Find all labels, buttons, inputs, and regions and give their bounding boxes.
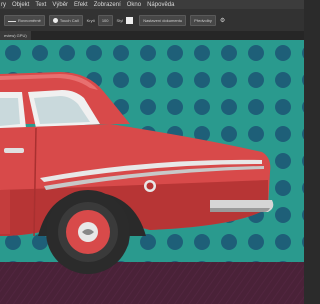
document-tab[interactable]: eview) GPU)	[0, 31, 31, 40]
document-tab-bar: eview) GPU)	[0, 31, 304, 40]
artboard-canvas[interactable]	[0, 40, 304, 304]
car-illustration	[0, 40, 304, 304]
opacity-input[interactable]: 100	[97, 14, 113, 26]
style-control[interactable]: Styl	[116, 16, 136, 24]
arrange-icon[interactable]: ⚙	[220, 17, 225, 24]
menu-item-effect[interactable]: Efekt	[74, 2, 88, 8]
brush-dot-icon	[52, 17, 58, 23]
menu-bar: ry Objekt Text Výběr Efekt Zobrazení Okn…	[0, 0, 304, 9]
style-swatch[interactable]	[126, 16, 134, 24]
document-setup-button[interactable]: Nastavení dokumentu	[139, 14, 187, 26]
fuel-cap-inner	[146, 182, 154, 190]
menu-item-view[interactable]: Zobrazení	[94, 2, 121, 8]
stroke-style-dropdown[interactable]: Rovnoměrně	[4, 14, 45, 26]
menu-item-object[interactable]: Objekt	[12, 2, 29, 8]
menu-item-partial[interactable]: ry	[1, 2, 6, 8]
stroke-preview-icon	[8, 20, 16, 22]
brush-dropdown[interactable]: Touch Call	[48, 14, 83, 26]
opacity-label: Krytí	[86, 17, 95, 23]
menu-item-window[interactable]: Okno	[127, 2, 141, 8]
stroke-style-value: Rovnoměrně	[18, 17, 41, 23]
menu-item-help[interactable]: Nápověda	[147, 2, 174, 8]
preferences-button[interactable]: Předvolby	[190, 14, 216, 26]
rear-bumper-shade	[210, 208, 270, 212]
door-handle	[4, 148, 24, 153]
brush-name: Touch Call	[59, 17, 79, 23]
front-fender-edge	[0, 190, 10, 234]
menu-item-select[interactable]: Výběr	[52, 2, 68, 8]
control-bar: Rovnoměrně Touch Call Krytí 100 Styl Nas…	[0, 9, 304, 31]
menu-item-text[interactable]: Text	[35, 2, 46, 8]
car-window-front-inner	[0, 98, 20, 126]
opacity-control[interactable]: Krytí 100	[86, 14, 113, 26]
ground-texture	[0, 262, 304, 304]
style-label: Styl	[116, 17, 124, 23]
